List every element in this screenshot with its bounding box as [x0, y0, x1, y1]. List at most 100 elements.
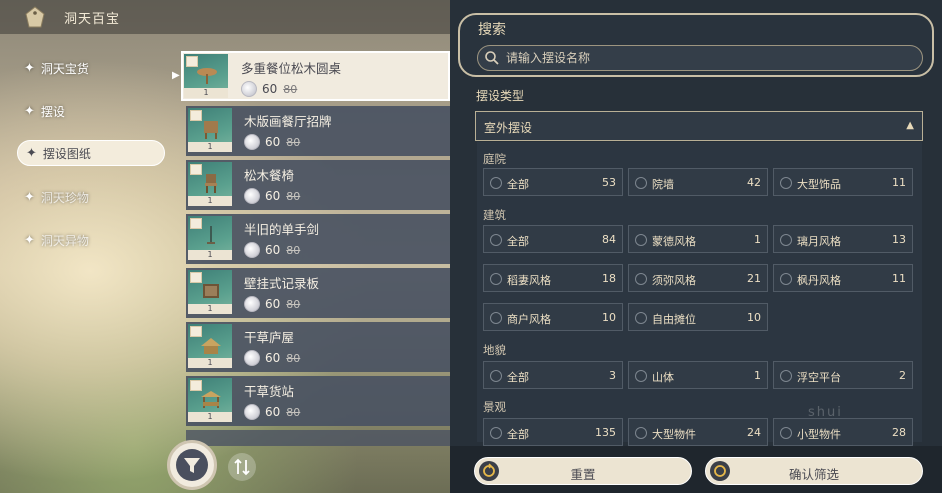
- coin-icon: [244, 188, 260, 204]
- option-label: 大型饰品: [797, 178, 841, 191]
- sword-icon: [207, 226, 215, 244]
- coin-icon: [244, 134, 260, 150]
- option-label: 全部: [507, 178, 529, 191]
- option-label: 璃月风格: [797, 235, 841, 248]
- item-price: 60 80: [244, 350, 300, 366]
- category-label: 洞天宝货: [40, 62, 89, 76]
- item-card[interactable]: 1 壁挂式记录板 60 80: [186, 268, 450, 318]
- option-daoqi[interactable]: 稻妻风格 18: [483, 264, 623, 292]
- type-filter-label: 摆设类型: [476, 89, 525, 103]
- option-jingguan-all[interactable]: 全部 135: [483, 418, 623, 446]
- option-xiaoxing-wujian[interactable]: 小型物件 28: [773, 418, 913, 446]
- price-value: 60: [265, 297, 281, 311]
- reset-button[interactable]: 重置: [474, 457, 692, 485]
- radio-icon: [635, 234, 647, 246]
- option-label: 大型物件: [652, 428, 696, 441]
- item-quantity: 1: [184, 88, 228, 98]
- sparkle-icon: ✦: [24, 104, 35, 119]
- item-name: 多重餐位松木圆桌: [241, 61, 342, 76]
- search-input[interactable]: [477, 45, 923, 71]
- item-card[interactable]: 1 干草货站 60 80: [186, 376, 450, 426]
- item-quantity: 1: [188, 196, 232, 206]
- category-label: 洞天异物: [40, 234, 89, 248]
- radio-icon: [635, 177, 647, 189]
- item-name: 壁挂式记录板: [244, 276, 320, 291]
- option-label: 枫丹风格: [797, 274, 841, 287]
- option-label: 小型物件: [797, 428, 841, 441]
- filter-button[interactable]: [167, 440, 217, 490]
- option-label: 浮空平台: [797, 371, 841, 384]
- item-quantity: 1: [188, 304, 232, 314]
- item-price: 60 80: [244, 296, 300, 312]
- price-value: 60: [265, 351, 281, 365]
- category-baishe-tuzhi[interactable]: ✦ 摆设图纸: [17, 140, 165, 166]
- option-mengde[interactable]: 蒙德风格 1: [628, 225, 768, 253]
- item-thumbnail: 1: [188, 162, 232, 206]
- item-card[interactable]: 1 多重餐位松木圆桌 60 80: [181, 51, 450, 101]
- old-price-value: 80: [286, 351, 301, 365]
- item-card-partial[interactable]: [186, 430, 450, 446]
- section-title: 地貌: [483, 343, 506, 357]
- radio-icon: [490, 312, 502, 324]
- item-card[interactable]: 1 木版画餐厅招牌 60 80: [186, 106, 450, 156]
- radio-icon: [780, 177, 792, 189]
- option-liyue[interactable]: 璃月风格 13: [773, 225, 913, 253]
- radio-icon: [635, 312, 647, 324]
- price-value: 60: [265, 243, 281, 257]
- record-board-icon: [203, 284, 219, 298]
- option-jianzhu-all[interactable]: 全部 84: [483, 225, 623, 253]
- sort-button[interactable]: [228, 453, 256, 481]
- old-price-value: 80: [286, 243, 301, 257]
- radio-icon: [780, 234, 792, 246]
- item-thumbnail: 1: [188, 216, 232, 260]
- confirm-filter-button[interactable]: 确认筛选: [705, 457, 923, 485]
- category-dongtian-zhenwu[interactable]: ✦ 洞天珍物: [24, 189, 89, 206]
- radio-icon: [490, 427, 502, 439]
- category-baishe[interactable]: ✦ 摆设: [24, 103, 65, 120]
- option-count: 3: [609, 369, 616, 382]
- option-yuanqiang[interactable]: 院墙 42: [628, 168, 768, 196]
- option-daxing-shipin[interactable]: 大型饰品 11: [773, 168, 913, 196]
- option-shanghu[interactable]: 商户风格 10: [483, 303, 623, 331]
- option-fukong-pingtai[interactable]: 浮空平台 2: [773, 361, 913, 389]
- category-dongtian-baohuo[interactable]: ✦ 洞天宝货: [24, 60, 89, 77]
- option-count: 2: [899, 369, 906, 382]
- option-dimao-all[interactable]: 全部 3: [483, 361, 623, 389]
- coin-icon: [244, 296, 260, 312]
- option-ziyou-tanwei[interactable]: 自由摊位 10: [628, 303, 768, 331]
- option-count: 42: [747, 176, 761, 189]
- option-count: 53: [602, 176, 616, 189]
- option-fengdan[interactable]: 枫丹风格 11: [773, 264, 913, 292]
- item-card[interactable]: 1 松木餐椅 60 80: [186, 160, 450, 210]
- item-thumbnail: 1: [188, 378, 232, 422]
- item-card[interactable]: 1 干草庐屋 60 80: [186, 322, 450, 372]
- watermark: shui: [808, 405, 843, 420]
- option-label: 山体: [652, 371, 674, 384]
- category-label: 摆设: [40, 105, 65, 119]
- price-value: 60: [262, 82, 278, 96]
- old-price-value: 80: [286, 189, 301, 203]
- category-dongtian-yiwu[interactable]: ✦ 洞天异物: [24, 232, 89, 249]
- item-card[interactable]: 1 半旧的单手剑 60 80: [186, 214, 450, 264]
- item-thumbnail: 1: [188, 324, 232, 368]
- type-dropdown[interactable]: 室外摆设 ▲: [475, 111, 923, 141]
- option-label: 商户风格: [507, 313, 551, 326]
- option-label: 全部: [507, 428, 529, 441]
- category-label: 摆设图纸: [42, 146, 91, 161]
- radio-icon: [490, 234, 502, 246]
- radio-icon: [635, 427, 647, 439]
- section-title: 景观: [483, 400, 506, 414]
- round-table-icon: [197, 68, 217, 84]
- item-quantity: 1: [188, 412, 232, 422]
- option-tingyuan-all[interactable]: 全部 53: [483, 168, 623, 196]
- radio-icon: [780, 273, 792, 285]
- search-label: 搜索: [478, 22, 506, 38]
- option-count: 10: [602, 311, 616, 324]
- item-quantity: 1: [188, 142, 232, 152]
- option-shanti[interactable]: 山体 1: [628, 361, 768, 389]
- option-xumi[interactable]: 须弥风格 21: [628, 264, 768, 292]
- option-daxing-wujian[interactable]: 大型物件 24: [628, 418, 768, 446]
- section-title: 庭院: [483, 152, 506, 166]
- option-count: 24: [747, 426, 761, 439]
- chair-icon: [205, 174, 217, 193]
